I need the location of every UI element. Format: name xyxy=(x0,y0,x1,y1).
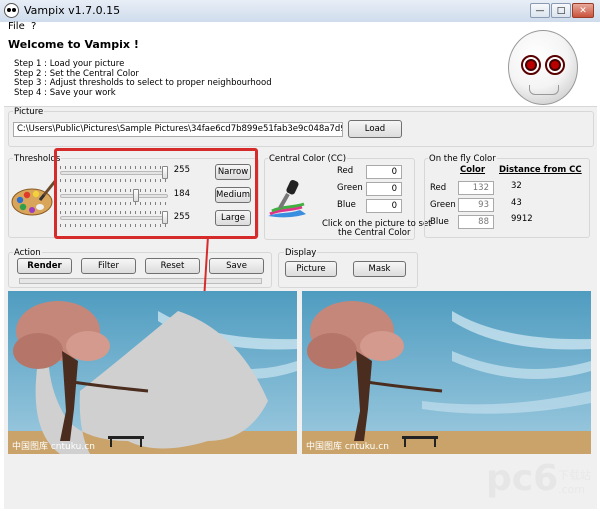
mascot-mouth xyxy=(529,85,559,95)
otf-blue-value: 88 xyxy=(458,215,494,229)
eyedropper-icon xyxy=(266,174,310,220)
pc6-logo-caption: 下载站 xyxy=(558,469,591,482)
menu-bar xyxy=(0,22,600,34)
palette-icon xyxy=(10,176,58,220)
pc6-logo-url: .com xyxy=(558,483,585,496)
step-3: Step 3 : Adjust thresholds to select to … xyxy=(14,78,272,88)
step-1: Step 1 : Load your picture xyxy=(14,59,125,69)
otf-red-distance: 32 xyxy=(511,181,522,191)
app-icon xyxy=(4,3,19,18)
step-4: Step 4 : Save your work xyxy=(14,88,116,98)
otf-red-label: Red xyxy=(430,183,447,193)
cc-hint-line2: the Central Color xyxy=(338,228,411,238)
pc6-logo-text: pc6 xyxy=(486,458,559,499)
menu-file[interactable]: File xyxy=(8,21,25,32)
mask-button[interactable]: Mask xyxy=(353,261,406,277)
reset-button[interactable]: Reset xyxy=(145,258,200,274)
picture-button[interactable]: Picture xyxy=(285,261,337,277)
picture-path-input[interactable]: C:\Users\Public\Pictures\Sample Pictures… xyxy=(13,122,343,137)
minimize-button[interactable]: — xyxy=(530,3,550,18)
cc-green-input[interactable]: 0 xyxy=(366,182,402,196)
welcome-title: Welcome to Vampix ! xyxy=(8,38,139,51)
display-label: Display xyxy=(284,248,318,258)
otf-green-label: Green xyxy=(430,200,456,210)
otf-green-distance: 43 xyxy=(511,198,522,208)
mascot-left-eye xyxy=(521,55,541,75)
picture-group-label: Picture xyxy=(13,107,45,117)
action-label: Action xyxy=(13,248,42,258)
cc-green-label: Green xyxy=(337,183,363,193)
save-button[interactable]: Save xyxy=(209,258,264,274)
progress-bar xyxy=(19,278,262,284)
filter-button[interactable]: Filter xyxy=(81,258,136,274)
otf-blue-label: Blue xyxy=(430,217,449,227)
cc-blue-label: Blue xyxy=(337,200,356,210)
maximize-button[interactable]: □ xyxy=(551,3,571,18)
cc-red-label: Red xyxy=(337,166,354,176)
col-color-header: Color xyxy=(460,165,486,175)
cc-blue-input[interactable]: 0 xyxy=(366,199,402,213)
otf-blue-distance: 9912 xyxy=(511,214,533,224)
pc6-watermark-logo: pc6 下载站 .com xyxy=(486,458,596,506)
close-button[interactable]: ✕ xyxy=(572,3,594,18)
vampire-mascot-logo xyxy=(508,30,578,105)
original-image[interactable]: 中国图库 cntuku.cn xyxy=(302,291,591,454)
window-title: Vampix v1.7.0.15 xyxy=(24,4,121,17)
processed-image[interactable]: 中国图库 cntuku.cn xyxy=(8,291,297,454)
load-button[interactable]: Load xyxy=(348,120,402,138)
menu-help[interactable]: ? xyxy=(31,21,36,32)
on-the-fly-label: On the fly Color xyxy=(428,154,497,164)
cc-red-input[interactable]: 0 xyxy=(366,165,402,179)
otf-red-value: 132 xyxy=(458,181,494,195)
central-color-label: Central Color (CC) xyxy=(268,154,348,164)
right-image-watermark: 中国图库 cntuku.cn xyxy=(306,442,389,452)
left-image-watermark: 中国图库 cntuku.cn xyxy=(12,442,95,452)
col-distance-header: Distance from CC xyxy=(499,165,582,175)
highlight-box xyxy=(54,148,258,239)
render-button[interactable]: Render xyxy=(17,258,72,274)
otf-green-value: 93 xyxy=(458,198,494,212)
mascot-right-eye xyxy=(545,55,565,75)
